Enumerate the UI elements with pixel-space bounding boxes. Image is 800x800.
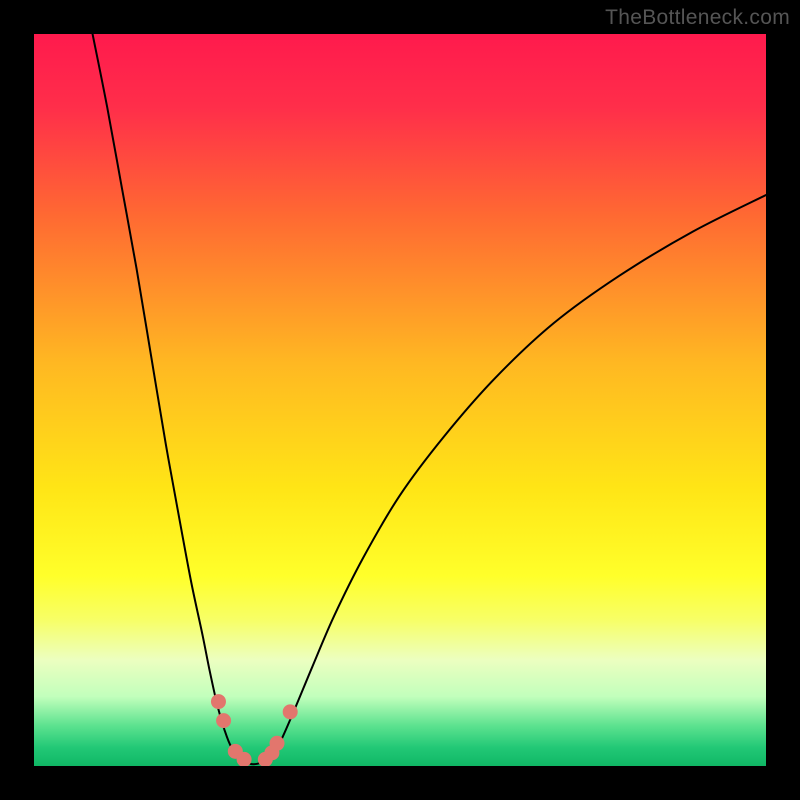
chart-svg [34,34,766,766]
marker-point [283,704,298,719]
gradient-background [34,34,766,766]
marker-point [270,736,285,751]
watermark-text: TheBottleneck.com [605,6,790,30]
marker-point [211,694,226,709]
plot-area [34,34,766,766]
outer-frame: TheBottleneck.com [0,0,800,800]
marker-point [216,713,231,728]
